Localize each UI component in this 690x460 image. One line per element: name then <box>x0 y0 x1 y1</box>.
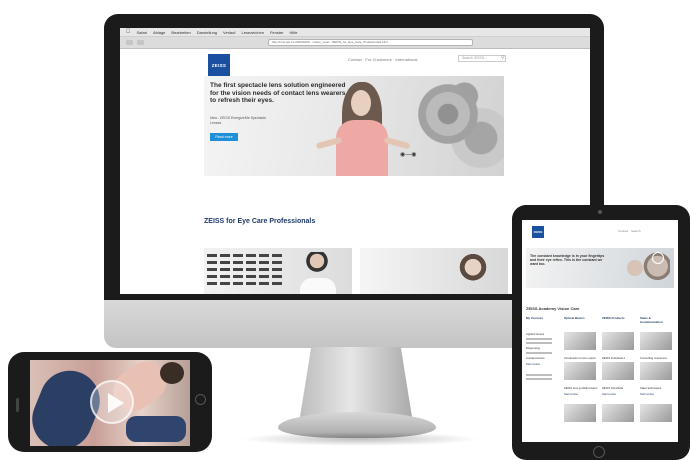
forward-button[interactable] <box>137 40 144 45</box>
start-course-link[interactable]: Start course <box>564 393 598 396</box>
teaser-card[interactable] <box>360 248 508 294</box>
menu-item[interactable]: Bearbeiten <box>171 30 190 35</box>
mac-menubar:  Safari Ablage Bearbeiten Darstellung V… <box>120 28 590 37</box>
course-thumbnail[interactable] <box>640 362 672 380</box>
course-item[interactable]: Consulting customers <box>640 356 674 360</box>
hero-woman-face <box>351 90 371 116</box>
course-item[interactable]: Applied lenses <box>526 332 560 336</box>
back-button[interactable] <box>126 40 133 45</box>
course-item[interactable]: Dispensing <box>526 346 560 350</box>
text-line <box>526 378 552 380</box>
store-woman-image <box>458 252 488 290</box>
course-column: Sales & Communication Consulting custome… <box>640 316 674 428</box>
academy-title: ZEISS Academy Vision Care <box>526 306 580 311</box>
course-thumbnail[interactable] <box>640 332 672 350</box>
play-icon[interactable] <box>90 380 134 424</box>
course-thumbnail[interactable] <box>640 404 672 422</box>
home-button[interactable] <box>593 446 605 458</box>
column-heading: Optical Basics <box>564 316 585 320</box>
search-input[interactable]: Search ZEISS... <box>458 55 506 62</box>
glasses-icon: ◉—◉ <box>400 152 417 158</box>
menu-item[interactable]: Lesezeichen <box>241 30 263 35</box>
menu-item[interactable]: Darstellung <box>197 30 217 35</box>
column-heading: Sales & Communication <box>640 316 663 324</box>
text-line <box>526 374 552 376</box>
ipad-screen: ZEISS Contact · Search The constant know… <box>522 220 678 442</box>
top-links[interactable]: Contact · Search <box>618 229 641 233</box>
course-item[interactable]: ZEISS lens portfolio basics <box>564 386 598 390</box>
video-frame-person <box>160 362 184 384</box>
hero-woman-body <box>336 120 388 176</box>
start-course-link[interactable]: Start course <box>526 363 560 366</box>
teaser-card[interactable] <box>204 248 352 294</box>
apple-icon[interactable]:  <box>126 29 131 35</box>
optician-coat <box>300 278 336 294</box>
menu-item[interactable]: Ablage <box>153 30 165 35</box>
eye-chart-image <box>207 252 282 287</box>
iphone-screen <box>30 360 190 446</box>
course-columns: My Courses Applied lenses Dispensing Con… <box>526 316 674 428</box>
course-thumbnail[interactable] <box>564 404 596 422</box>
course-item[interactable]: ZEISS DriveSafe <box>602 386 636 390</box>
course-thumbnail[interactable] <box>602 362 634 380</box>
text-line <box>526 338 552 340</box>
imac-stand <box>300 347 412 417</box>
course-column: ZEISS Products ZEISS Individual 2 ZEISS … <box>602 316 636 428</box>
video-frame-person <box>126 416 186 442</box>
menu-item[interactable]: Hilfe <box>290 30 298 35</box>
tree-image <box>404 76 504 176</box>
column-heading: My Courses <box>526 316 544 320</box>
zeiss-logo[interactable]: ZEISS <box>532 226 544 238</box>
course-column: My Courses Applied lenses Dispensing Con… <box>526 316 560 428</box>
course-item[interactable]: Sales techniques <box>640 386 674 390</box>
browser-toolbar: http://cms.ww.4.LANDWHIS/.../vision_care… <box>120 37 590 49</box>
address-bar[interactable]: http://cms.ww.4.LANDWHIS/.../vision_care… <box>268 39 473 46</box>
start-course-link[interactable]: Start course <box>640 393 674 396</box>
column-heading: ZEISS Products <box>602 316 625 320</box>
camera-icon <box>598 210 602 214</box>
menu-item[interactable]: Safari <box>137 30 147 35</box>
section-title: ZEISS for Eye Care Professionals <box>204 218 316 225</box>
menu-item[interactable]: Fenster <box>270 30 284 35</box>
course-thumbnail[interactable] <box>602 404 634 422</box>
tablet-hero-banner: The constant knowledge is in your finger… <box>526 248 674 288</box>
read-more-button[interactable]: Read more <box>210 133 238 141</box>
course-thumbnail[interactable] <box>564 362 596 380</box>
top-links[interactable]: Contact · For Customers · International <box>348 57 417 62</box>
course-column: Optical Basics Introduction to lens opti… <box>564 316 598 428</box>
menu-item[interactable]: Verlauf <box>223 30 235 35</box>
hero-subline: New : ZEISS EnergizeMe Spectacle Lenses <box>210 116 267 125</box>
course-item[interactable]: Contact lenses <box>526 356 560 360</box>
text-line <box>526 342 552 344</box>
zeiss-logo[interactable]: ZEISS <box>208 54 230 76</box>
tablet-hero-text: The constant knowledge is in your finger… <box>530 254 605 267</box>
search-icon[interactable]: ⚲ <box>501 55 505 61</box>
hero-headline: The first spectacle lens solution engine… <box>210 82 346 104</box>
device-mockup-scene:  Safari Ablage Bearbeiten Darstellung V… <box>0 0 690 460</box>
text-line <box>526 352 552 354</box>
floor-shadow <box>240 432 480 446</box>
course-thumbnail[interactable] <box>564 332 596 350</box>
home-button[interactable] <box>195 394 206 405</box>
hero-banner: ◉—◉ The first spectacle lens solution en… <box>204 76 504 176</box>
magnifier-icon <box>652 252 664 264</box>
course-thumbnail[interactable] <box>602 332 634 350</box>
course-item[interactable]: Introduction to lens optics <box>564 356 598 360</box>
speaker-icon <box>16 398 19 412</box>
start-course-link[interactable]: Start course <box>602 393 636 396</box>
course-item[interactable]: ZEISS Individual 2 <box>602 356 636 360</box>
